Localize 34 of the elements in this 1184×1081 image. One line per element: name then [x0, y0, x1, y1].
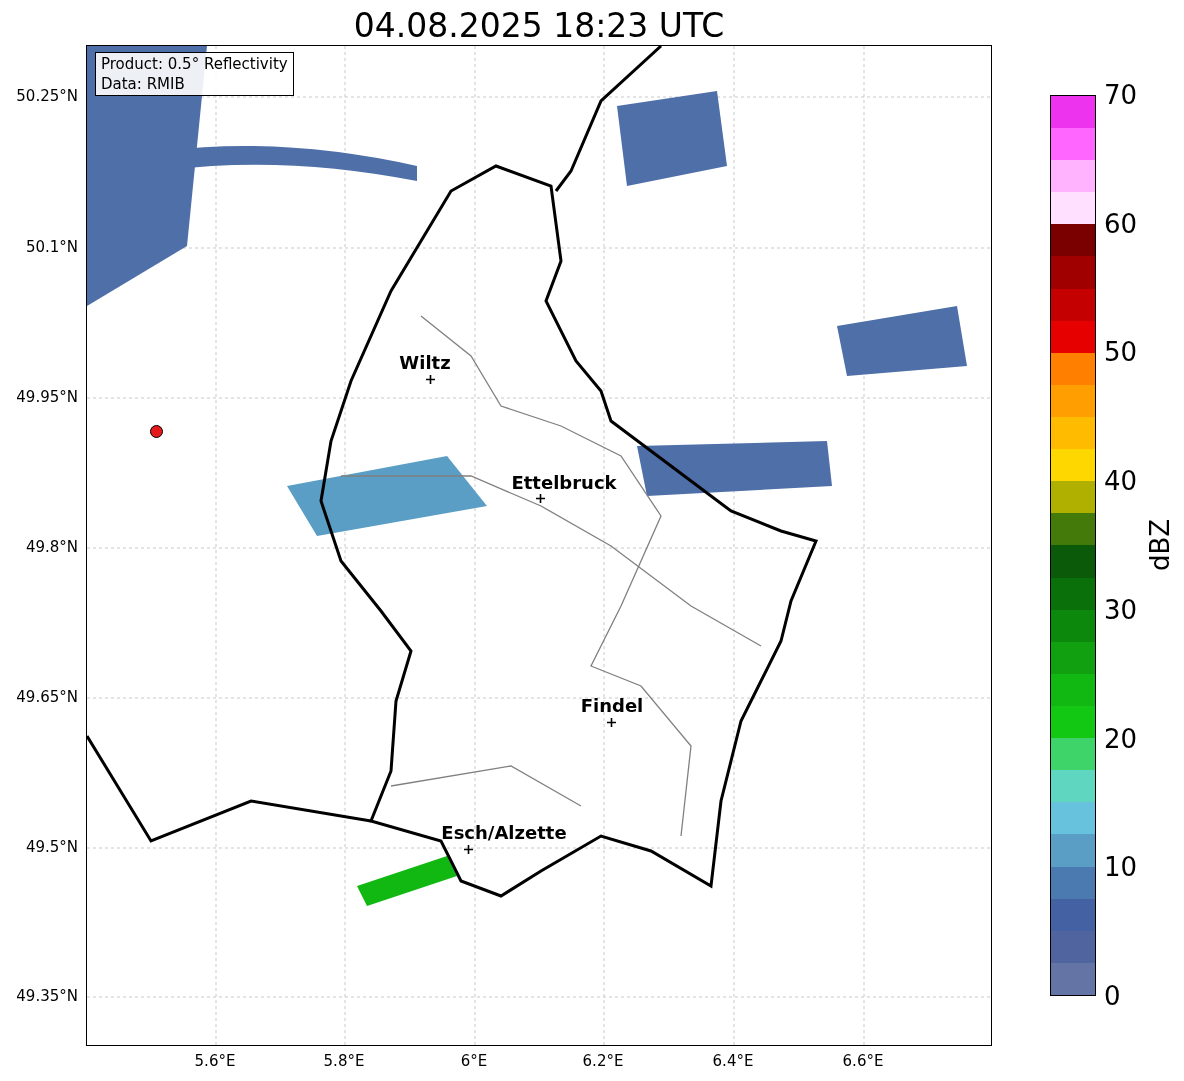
- plus-marker-icon: [425, 374, 435, 384]
- longitude-tick-label: 6.2°E: [581, 1052, 625, 1070]
- colorbar-tick-label: 30: [1104, 594, 1138, 625]
- longitude-tick-label: 6°E: [459, 1052, 489, 1070]
- latitude-tick-label: 49.5°N: [24, 838, 78, 856]
- plus-marker-icon: [463, 844, 473, 854]
- latitude-tick-label: 50.1°N: [24, 238, 78, 256]
- info-text: Data: RMIB: [101, 74, 186, 94]
- colorbar-tick-label: 20: [1104, 723, 1138, 754]
- latitude-tick-label: 49.95°N: [15, 388, 78, 406]
- colorbar-tick-label: 10: [1104, 852, 1138, 883]
- city-label: Wiltz: [398, 352, 452, 374]
- chart-title: 04.08.2025 18:23 UTC: [352, 5, 726, 47]
- colorbar-tick-label: 0: [1104, 981, 1121, 1011]
- plus-marker-icon: [606, 717, 616, 727]
- latitude-tick-label: 49.35°N: [15, 987, 78, 1005]
- colorbar-tick-label: 40: [1104, 466, 1138, 497]
- longitude-tick-label: 6.6°E: [841, 1052, 885, 1070]
- latitude-tick-label: 50.25°N: [15, 87, 78, 105]
- longitude-tick-label: 5.8°E: [322, 1052, 366, 1070]
- longitude-tick-label: 6.4°E: [711, 1052, 755, 1070]
- colorbar-tick-label: 60: [1104, 208, 1138, 239]
- longitude-tick-label: 5.6°E: [193, 1052, 237, 1070]
- city-label: Esch/Alzette: [440, 822, 568, 844]
- city-label: Findel: [579, 695, 645, 717]
- latitude-tick-label: 49.8°N: [24, 538, 78, 556]
- city-label: Ettelbruck: [510, 472, 618, 494]
- plus-marker-icon: [535, 493, 545, 503]
- latitude-tick-label: 49.65°N: [15, 688, 78, 706]
- info-text: Product: 0.5° Reflectivity: [101, 54, 288, 74]
- colorbar-label: dBZ: [1145, 517, 1175, 574]
- colorbar-tick-label: 50: [1104, 337, 1138, 368]
- colorbar-tick-label: 70: [1104, 80, 1138, 110]
- radar-site-marker: [150, 425, 163, 438]
